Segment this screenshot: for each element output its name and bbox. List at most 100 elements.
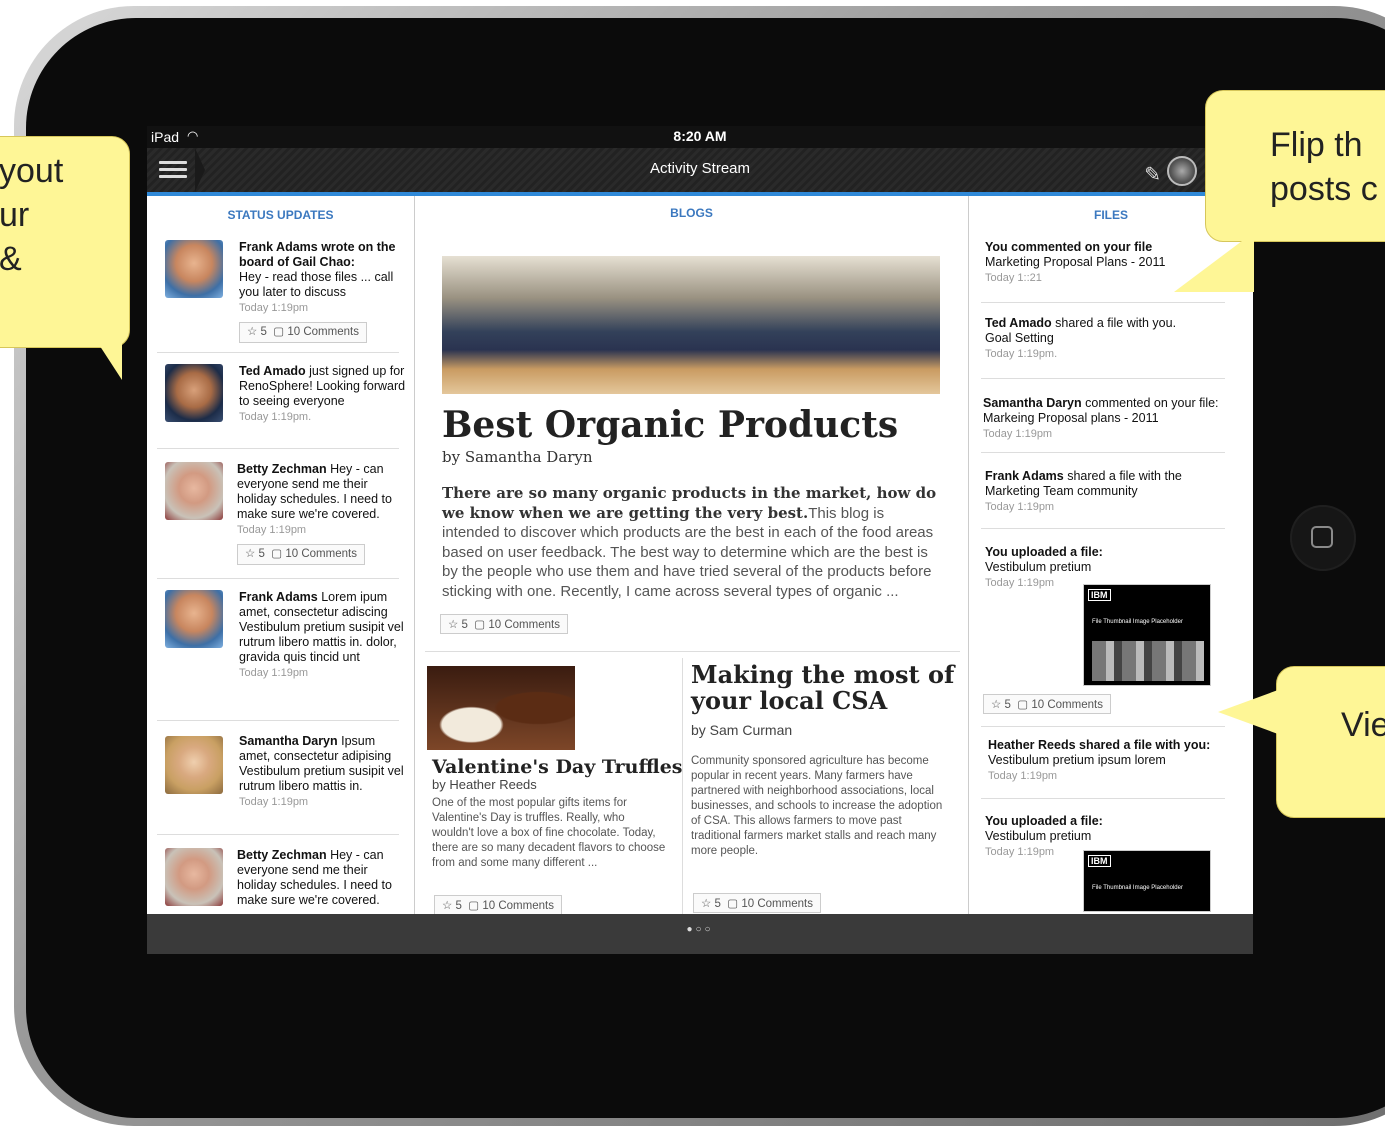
clock: 8:20 AM	[673, 128, 727, 144]
divider	[981, 452, 1225, 453]
divider	[981, 302, 1225, 303]
reactions-bar[interactable]: ☆ 5 ▢ 10 Comments	[693, 893, 821, 913]
avatar[interactable]	[165, 590, 223, 648]
blog-reactions[interactable]: ☆ 5 ▢ 10 Comments	[440, 608, 568, 634]
file-name[interactable]: Vestibulum pretium ipsum lorem	[988, 753, 1166, 767]
callout-right-top-text: Flip th posts c	[1270, 126, 1378, 208]
reactions-bar[interactable]: ☆ 5 ▢ 10 Comments	[983, 694, 1111, 714]
comments-link[interactable]: 10 Comments	[741, 898, 813, 910]
file-event: Heather Reeds shared a file with you:	[988, 738, 1211, 752]
avatar[interactable]	[165, 736, 223, 794]
blog-author: by Heather Reeds	[432, 777, 537, 792]
author-name[interactable]: Ted Amado	[239, 364, 306, 378]
comments-link[interactable]: 10 Comments	[488, 619, 560, 631]
blog-title[interactable]: Making the most of your local CSA	[691, 662, 956, 714]
timestamp: Today 1:19pm	[985, 501, 1055, 513]
home-square-icon	[1311, 526, 1333, 548]
home-button[interactable]	[1290, 505, 1356, 571]
page-dots[interactable]: ●○○	[147, 924, 1253, 935]
timestamp: Today 1:19pm	[985, 577, 1055, 589]
like-count: 5	[1004, 699, 1011, 711]
divider	[981, 528, 1225, 529]
divider	[157, 578, 399, 579]
file-thumbnail[interactable]: IBM File Thumbnail Image Placeholder	[1083, 850, 1211, 912]
blogs-heading: BLOGS	[670, 206, 713, 220]
reactions-bar[interactable]: ☆ 5 ▢ 10 Comments	[440, 614, 568, 634]
globe-icon[interactable]	[1167, 156, 1197, 186]
screen: iPad ◠ 8:20 AM 3 Activity Stream ✎ STATU…	[147, 126, 1253, 954]
reactions-bar[interactable]: ☆ 5 ▢ 10 Comments	[434, 895, 562, 914]
divider	[682, 658, 683, 914]
comments-link[interactable]: 10 Comments	[285, 548, 357, 560]
author-name[interactable]: Ted Amado	[985, 316, 1052, 330]
author-name[interactable]: Betty Zechman	[237, 462, 327, 476]
author-name[interactable]: Frank Adams	[239, 240, 318, 254]
comments-link[interactable]: 10 Comments	[1031, 699, 1103, 711]
file-event: You uploaded a file:	[985, 814, 1103, 828]
status-updates-column: STATUS UPDATES Frank Adams wrote on the …	[147, 196, 415, 914]
timestamp: Today 1:19pm	[988, 770, 1058, 782]
callout-left-tail	[70, 300, 122, 380]
status-text: Hey - read those files ... call you late…	[239, 270, 394, 299]
author-name[interactable]: Samantha Daryn	[239, 734, 338, 748]
file-name[interactable]: Vestibulum pretium	[985, 560, 1091, 574]
truffle-image[interactable]	[427, 666, 575, 750]
ibm-logo: IBM	[1088, 589, 1111, 601]
callout-right-bottom-tail	[1218, 690, 1278, 734]
comments-link[interactable]: 10 Comments	[482, 900, 554, 912]
thumbnail-caption: File Thumbnail Image Placeholder	[1092, 619, 1183, 625]
blog-author: by Samantha Daryn	[442, 448, 593, 466]
blog-hero-image[interactable]	[442, 256, 940, 394]
blog-title[interactable]: Best Organic Products	[442, 404, 898, 446]
list-item[interactable]: Heather Reeds shared a file with you: Ve…	[988, 738, 1238, 784]
timestamp: Today 1:19pm.	[239, 411, 312, 423]
like-count: 5	[258, 548, 265, 560]
timestamp: Today 1::21	[985, 272, 1042, 284]
list-item[interactable]: Ted Amado shared a file with you. Goal S…	[985, 316, 1235, 362]
file-thumbnail[interactable]: IBM File Thumbnail Image Placeholder	[1083, 584, 1211, 686]
callout-right-top-tail	[1174, 232, 1254, 292]
comments-link[interactable]: 10 Comments	[287, 326, 359, 338]
blog-author: by Sam Curman	[691, 722, 793, 738]
thumbnail-caption: File Thumbnail Image Placeholder	[1092, 885, 1183, 891]
file-event: You commented on your file	[985, 240, 1153, 254]
avatar[interactable]	[165, 462, 223, 520]
blog-reactions[interactable]: ☆ 5 ▢ 10 Comments	[693, 887, 821, 913]
author-name[interactable]: Samantha Daryn	[983, 396, 1082, 410]
blog-reactions[interactable]: ☆ 5 ▢ 10 Comments	[434, 889, 562, 914]
reactions-bar[interactable]: ☆ 5 ▢ 10 Comments	[237, 544, 365, 565]
blog-title[interactable]: Valentine's Day Truffles	[432, 756, 682, 778]
divider	[981, 726, 1225, 727]
timestamp: Today 1:19pm	[237, 524, 307, 536]
thumbnail-image-grid	[1092, 641, 1204, 681]
divider	[157, 448, 399, 449]
page-title: Activity Stream	[649, 160, 751, 177]
reactions-bar[interactable]: ☆ 5 ▢ 10 Comments	[239, 322, 367, 343]
callout-right-top: Flip th posts c	[1205, 90, 1385, 242]
avatar[interactable]	[165, 240, 223, 298]
status-updates-heading: STATUS UPDATES	[227, 208, 334, 222]
blogs-column: BLOGS Best Organic Products by Samantha …	[415, 196, 969, 914]
file-name[interactable]: Marketing Proposal Plans - 2011	[985, 255, 1165, 269]
file-name[interactable]: Vestibulum pretium	[985, 829, 1091, 843]
list-item[interactable]: Frank Adams shared a file with the Marke…	[985, 469, 1235, 515]
author-name[interactable]: Betty Zechman	[237, 848, 327, 862]
timestamp: Today 1:19pm	[985, 846, 1055, 858]
file-reactions[interactable]: ☆ 5 ▢ 10 Comments	[983, 688, 1111, 714]
list-item[interactable]: Samantha Daryn commented on your file: M…	[983, 396, 1233, 442]
divider	[981, 798, 1225, 799]
avatar[interactable]	[165, 848, 223, 906]
file-event: shared a file with you.	[1051, 316, 1177, 330]
file-event: You uploaded a file:	[985, 545, 1103, 559]
avatar[interactable]	[165, 364, 223, 422]
like-count: 5	[461, 619, 468, 631]
file-name[interactable]: Goal Setting	[985, 331, 1054, 345]
author-name[interactable]: Frank Adams	[985, 469, 1064, 483]
timestamp: Today 1:19pm	[239, 667, 309, 679]
author-name[interactable]: Frank Adams	[239, 590, 318, 604]
like-count: 5	[714, 898, 721, 910]
divider	[157, 352, 399, 353]
like-count: 5	[260, 326, 267, 338]
callout-left-text: yout ur &	[0, 152, 64, 278]
compose-icon[interactable]: ✎	[1144, 162, 1161, 187]
